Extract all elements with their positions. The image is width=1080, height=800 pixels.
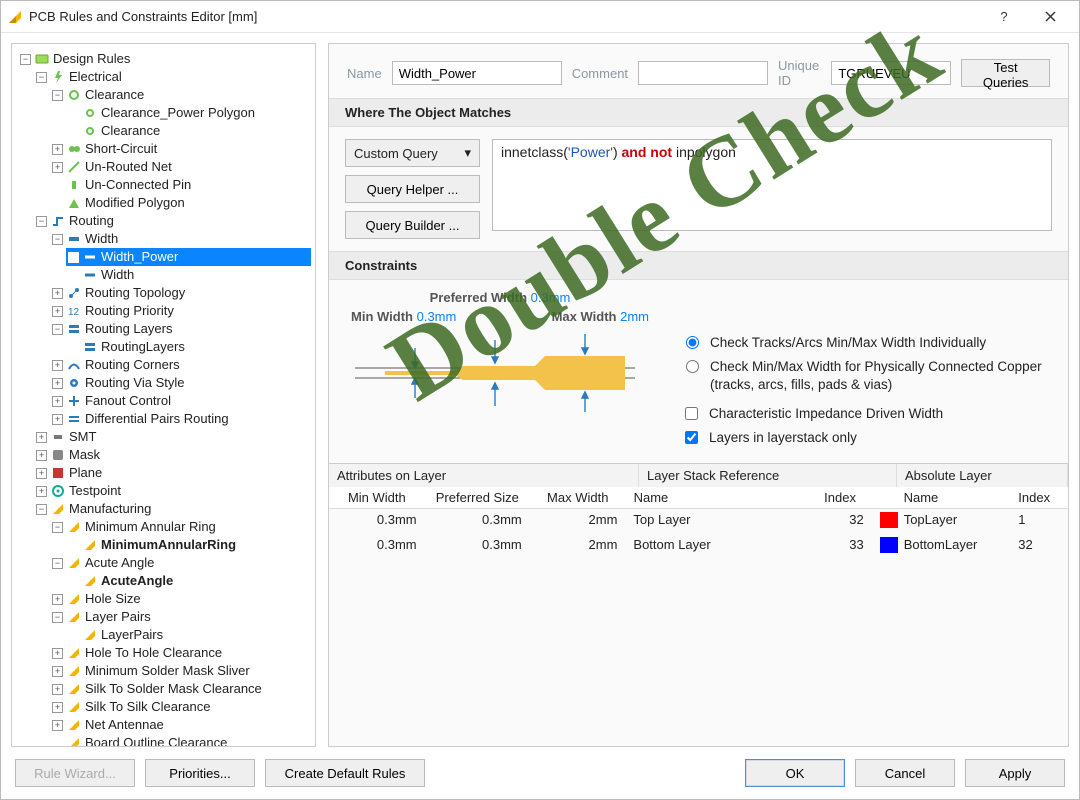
svg-text:12: 12: [68, 307, 80, 318]
tree-item[interactable]: Board Outline Clearance: [50, 734, 311, 747]
tree-acute[interactable]: −Acute Angle: [50, 554, 311, 572]
match-mode-dropdown[interactable]: Custom Query ▾: [345, 139, 480, 167]
chevron-down-icon: ▾: [464, 145, 471, 161]
tree-item[interactable]: +Silk To Solder Mask Clearance: [50, 680, 311, 698]
layer-width-grid[interactable]: Attributes on Layer Layer Stack Referenc…: [329, 463, 1068, 559]
rule-editor-panel: Name Comment Unique ID Test Queries Wher…: [328, 43, 1069, 747]
tree-item[interactable]: Width: [66, 266, 311, 284]
constraints-header: Constraints: [329, 251, 1068, 280]
tree-item[interactable]: +Routing Via Style: [50, 374, 311, 392]
tree-item[interactable]: +Minimum Solder Mask Sliver: [50, 662, 311, 680]
tree-item[interactable]: Modified Polygon: [50, 194, 311, 212]
tree-routing[interactable]: −Routing: [34, 212, 311, 230]
tree-mfg[interactable]: −Manufacturing: [34, 500, 311, 518]
grid-group-abs: Absolute Layer: [897, 464, 1068, 487]
tree-width-power[interactable]: Width_Power: [66, 248, 311, 266]
dialog-footer: Rule Wizard... Priorities... Create Defa…: [1, 747, 1079, 799]
tree-item[interactable]: Un-Connected Pin: [50, 176, 311, 194]
rule-wizard-button[interactable]: Rule Wizard...: [15, 759, 135, 787]
tree-item[interactable]: +12Routing Priority: [50, 302, 311, 320]
tree-item[interactable]: +Hole Size: [50, 590, 311, 608]
tree-item[interactable]: +Un-Routed Net: [50, 158, 311, 176]
tree-item[interactable]: +Fanout Control: [50, 392, 311, 410]
comment-label: Comment: [572, 66, 628, 81]
window-title: PCB Rules and Constraints Editor [mm]: [29, 9, 981, 24]
name-input[interactable]: [392, 61, 562, 85]
match-header: Where The Object Matches: [329, 98, 1068, 127]
tree-annular[interactable]: −Minimum Annular Ring: [50, 518, 311, 536]
comment-input[interactable]: [638, 61, 768, 85]
tree-item[interactable]: +Short-Circuit: [50, 140, 311, 158]
tree-item[interactable]: +Silk To Silk Clearance: [50, 698, 311, 716]
grid-group-stack: Layer Stack Reference: [639, 464, 897, 487]
tree-clearance-group[interactable]: −Clearance: [50, 86, 311, 104]
tree-item[interactable]: +Hole To Hole Clearance: [50, 644, 311, 662]
tree-item[interactable]: +Routing Topology: [50, 284, 311, 302]
ok-button[interactable]: OK: [745, 759, 845, 787]
tree-item[interactable]: +Routing Corners: [50, 356, 311, 374]
uid-label: Unique ID: [778, 58, 821, 88]
tree-item[interactable]: LayerPairs: [66, 626, 311, 644]
tree-root[interactable]: −Design Rules: [18, 50, 311, 68]
app-icon: [7, 9, 23, 25]
query-builder-button[interactable]: Query Builder ...: [345, 211, 480, 239]
tree-item[interactable]: AcuteAngle: [66, 572, 311, 590]
uid-input[interactable]: [831, 61, 951, 85]
cancel-button[interactable]: Cancel: [855, 759, 955, 787]
grid-group-attrs: Attributes on Layer: [329, 464, 639, 487]
rules-tree[interactable]: −Design Rules −Electrical −Clearance Cle…: [11, 43, 316, 747]
tree-item[interactable]: +Differential Pairs Routing: [50, 410, 311, 428]
tree-routing-layers[interactable]: −Routing Layers: [50, 320, 311, 338]
priorities-button[interactable]: Priorities...: [145, 759, 255, 787]
tree-smt[interactable]: +SMT: [34, 428, 311, 446]
table-row[interactable]: 0.3mm0.3mm2mm Top Layer32 TopLayer1: [329, 509, 1068, 534]
tree-electrical[interactable]: −Electrical: [34, 68, 311, 86]
tree-item[interactable]: Clearance: [66, 122, 311, 140]
tree-item[interactable]: +Net Antennae: [50, 716, 311, 734]
tree-item[interactable]: MinimumAnnularRing: [66, 536, 311, 554]
create-defaults-button[interactable]: Create Default Rules: [265, 759, 425, 787]
query-helper-button[interactable]: Query Helper ...: [345, 175, 480, 203]
opt-individual-radio[interactable]: [686, 336, 699, 349]
opt-connected-radio[interactable]: [686, 360, 699, 373]
tree-item[interactable]: Clearance_Power Polygon: [66, 104, 311, 122]
tree-testpoint[interactable]: +Testpoint: [34, 482, 311, 500]
help-button[interactable]: ?: [981, 1, 1027, 33]
tree-item[interactable]: RoutingLayers: [66, 338, 311, 356]
tree-width-group[interactable]: −Width: [50, 230, 311, 248]
name-label: Name: [347, 66, 382, 81]
tree-layerpairs[interactable]: −Layer Pairs: [50, 608, 311, 626]
tree-mask[interactable]: +Mask: [34, 446, 311, 464]
width-diagram: Preferred Width 0.3mm Min Width 0.3mm Ma…: [345, 290, 655, 453]
layerstack-checkbox[interactable]: [685, 431, 698, 444]
impedance-checkbox[interactable]: [685, 407, 698, 420]
table-row[interactable]: 0.3mm0.3mm2mm Bottom Layer33 BottomLayer…: [329, 534, 1068, 559]
trace-shape-icon: [345, 328, 645, 418]
tree-plane[interactable]: +Plane: [34, 464, 311, 482]
close-button[interactable]: [1027, 1, 1073, 33]
titlebar: PCB Rules and Constraints Editor [mm] ?: [1, 1, 1079, 33]
apply-button[interactable]: Apply: [965, 759, 1065, 787]
test-queries-button[interactable]: Test Queries: [961, 59, 1050, 87]
query-textbox[interactable]: innetclass('Power') and not inpolygon: [492, 139, 1052, 231]
